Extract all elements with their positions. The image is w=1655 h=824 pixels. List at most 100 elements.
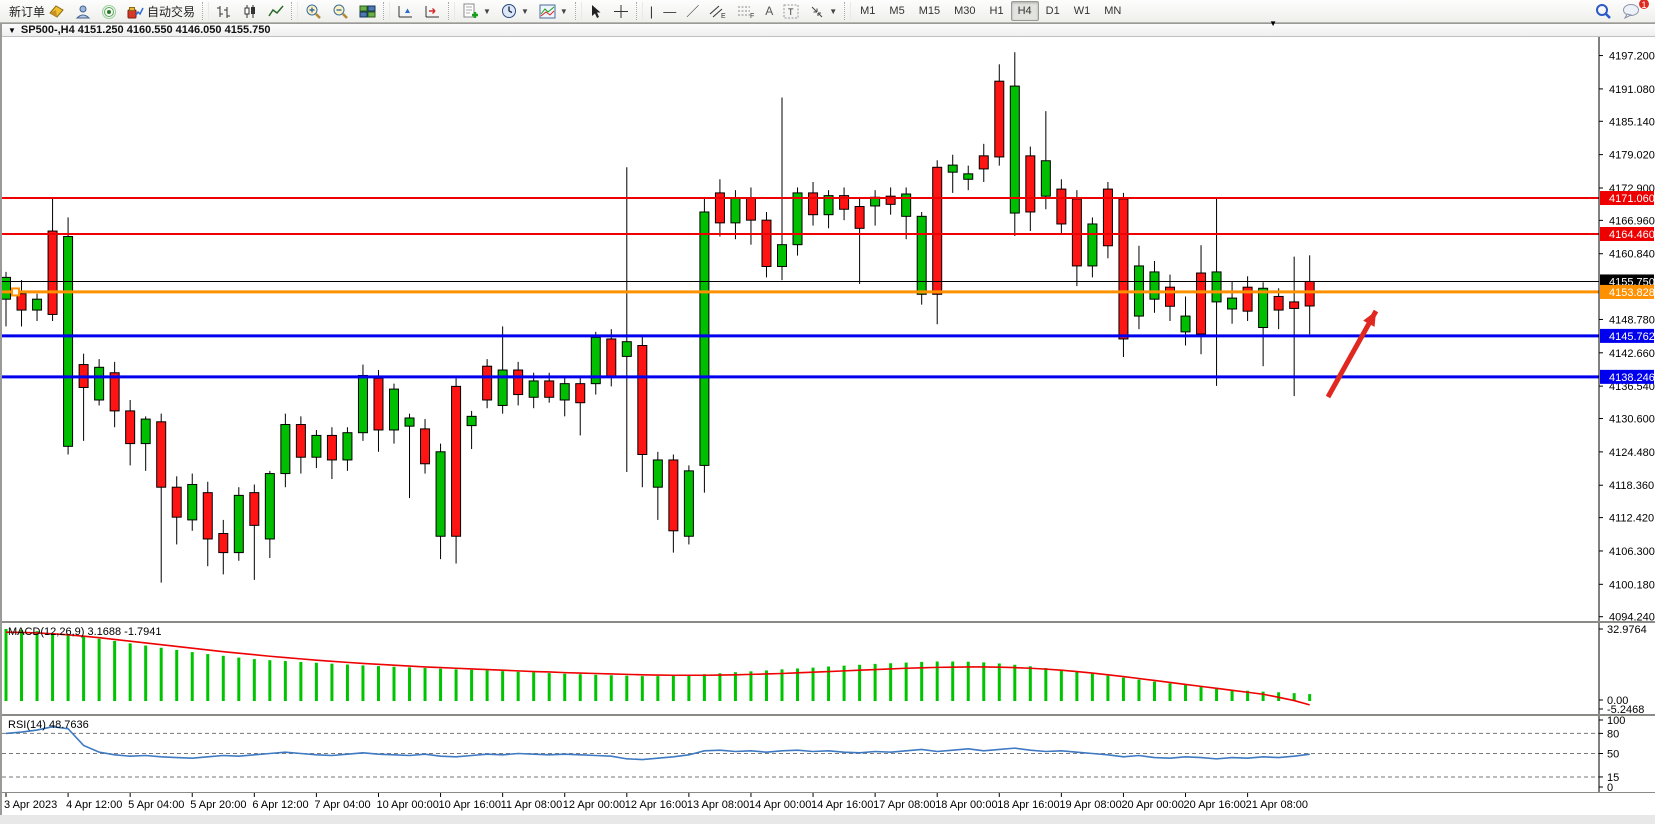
time-axis-label: 17 Apr 08:00 (873, 799, 935, 811)
tile-windows-button[interactable] (354, 1, 381, 21)
arrow-shapes-icon (809, 4, 825, 19)
time-axis[interactable]: 3 Apr 20234 Apr 12:005 Apr 04:005 Apr 20… (2, 793, 1655, 815)
price-axis-tick-label: 4106.300 (1609, 546, 1655, 558)
collapse-triangle-icon[interactable]: ▼ (8, 26, 16, 35)
candle-body (622, 342, 631, 357)
candle-body (1259, 288, 1268, 327)
candle-body (995, 81, 1004, 157)
label-tool-button[interactable]: T (778, 1, 804, 21)
candle-body (126, 411, 135, 444)
timeframe-button-m1[interactable]: M1 (853, 1, 882, 21)
cursor-tool-button[interactable] (584, 1, 608, 21)
time-axis-label: 6 Apr 12:00 (252, 799, 308, 811)
macd-axis-label: 32.9764 (1607, 624, 1647, 636)
fibonacci-tool-button[interactable]: F (732, 1, 760, 21)
candle-body (436, 452, 445, 536)
templates-button[interactable]: ▼ (534, 1, 573, 21)
search-button[interactable] (1590, 1, 1617, 21)
candle-body (948, 165, 957, 172)
toolbar-separator (636, 2, 643, 20)
channel-tool-button[interactable]: E (704, 1, 732, 21)
candle-body (933, 167, 942, 294)
rsi-indicator-label: RSI(14) 48.7636 (8, 719, 89, 731)
time-axis-label: 14 Apr 00:00 (749, 799, 811, 811)
timeframe-button-w1[interactable]: W1 (1067, 1, 1098, 21)
new-order-button[interactable]: 新订单 (4, 1, 70, 21)
timeframe-button-h1[interactable]: H1 (983, 1, 1011, 21)
time-axis-label: 20 Apr 16:00 (1184, 799, 1246, 811)
auto-scroll-button[interactable] (392, 1, 419, 21)
candle-body (327, 435, 336, 460)
rsi-axis-label: 50 (1607, 749, 1619, 761)
candle-body (498, 370, 507, 405)
timeframe-button-m5[interactable]: M5 (882, 1, 911, 21)
candle-body (1197, 273, 1206, 334)
text-tool-button[interactable]: A (760, 1, 778, 21)
timeframe-button-d1[interactable]: D1 (1039, 1, 1067, 21)
candle-body (172, 487, 181, 517)
toolbar-overflow-chevron[interactable]: ▼ (1269, 19, 1277, 28)
vline-tool-button[interactable]: | (645, 1, 658, 21)
trendline-tool-button[interactable]: ／ (681, 1, 704, 21)
candle-body (110, 373, 119, 411)
time-axis-label: 12 Apr 00:00 (563, 799, 625, 811)
candle-body (312, 435, 321, 457)
clock-icon (501, 3, 517, 19)
hline-drag-handle[interactable] (12, 288, 19, 295)
auto-trading-button[interactable]: 自动交易 (122, 1, 200, 21)
timeframe-button-m15[interactable]: M15 (912, 1, 947, 21)
time-axis-label: 5 Apr 04:00 (128, 799, 184, 811)
timeframe-button-mn[interactable]: MN (1097, 1, 1128, 21)
price-chart-panel[interactable]: 4197.2004191.0804185.1404179.0204172.900… (2, 37, 1655, 623)
signals-button[interactable] (96, 1, 122, 21)
chart-shift-button[interactable] (419, 1, 446, 21)
candle-body (2, 277, 11, 299)
price-badge-label: 4145.762 (1609, 331, 1655, 343)
candle-body (669, 460, 678, 531)
indicators-button[interactable]: ▼ (457, 1, 496, 21)
candle-body (1026, 156, 1035, 212)
candle-body (390, 389, 399, 430)
candle-body (219, 534, 228, 553)
bar-chart-button[interactable] (211, 1, 237, 21)
trendline-icon: ／ (686, 5, 699, 18)
chart-window: ▼ SP500-,H4 4151.250 4160.550 4146.050 4… (0, 23, 1655, 815)
chat-button[interactable]: 1 (1617, 1, 1645, 21)
candle-body (405, 418, 414, 426)
timeframe-button-h4[interactable]: H4 (1011, 1, 1039, 21)
accounts-button[interactable] (70, 1, 96, 21)
price-axis-tick-label: 4148.780 (1609, 314, 1655, 326)
toolbar-separator (844, 2, 851, 20)
candle-body (234, 495, 243, 552)
periods-button[interactable]: ▼ (496, 1, 534, 21)
price-axis-tick-label: 4185.140 (1609, 116, 1655, 128)
candlestick-chart-button[interactable] (237, 1, 263, 21)
candle-body (653, 460, 662, 487)
rsi-panel[interactable]: 1008050150RSI(14) 48.7636 (2, 716, 1655, 793)
line-chart-button[interactable] (263, 1, 289, 21)
candle-body (778, 245, 787, 267)
price-badge-label: 4153.828 (1609, 287, 1655, 299)
hline-tool-button[interactable]: — (658, 1, 681, 21)
candle-body (762, 220, 771, 266)
price-axis-tick-label: 4191.080 (1609, 84, 1655, 96)
time-axis-label: 10 Apr 16:00 (439, 799, 501, 811)
arrows-tool-button[interactable]: ▼ (804, 1, 842, 21)
price-axis-tick-label: 4130.600 (1609, 414, 1655, 426)
chart-title-bar[interactable]: ▼ SP500-,H4 4151.250 4160.550 4146.050 4… (2, 23, 1655, 37)
dropdown-caret: ▼ (829, 7, 837, 16)
crosshair-tool-button[interactable] (608, 1, 634, 21)
price-axis-tick-label: 4100.180 (1609, 579, 1655, 591)
macd-panel[interactable]: 32.97640.00-5.2468MACD(12,26,9) 3.1688 -… (2, 623, 1655, 716)
candle-body (157, 422, 166, 487)
candle-body (855, 207, 864, 229)
search-icon (1595, 3, 1612, 19)
candle-body (296, 425, 305, 458)
price-axis-tick-label: 4118.360 (1609, 480, 1654, 492)
zoom-in-button[interactable] (300, 1, 327, 21)
svg-text:F: F (750, 13, 754, 19)
dropdown-caret: ▼ (560, 7, 568, 16)
timeframe-button-m30[interactable]: M30 (947, 1, 982, 21)
candle-body (1166, 287, 1175, 306)
zoom-out-button[interactable] (327, 1, 354, 21)
